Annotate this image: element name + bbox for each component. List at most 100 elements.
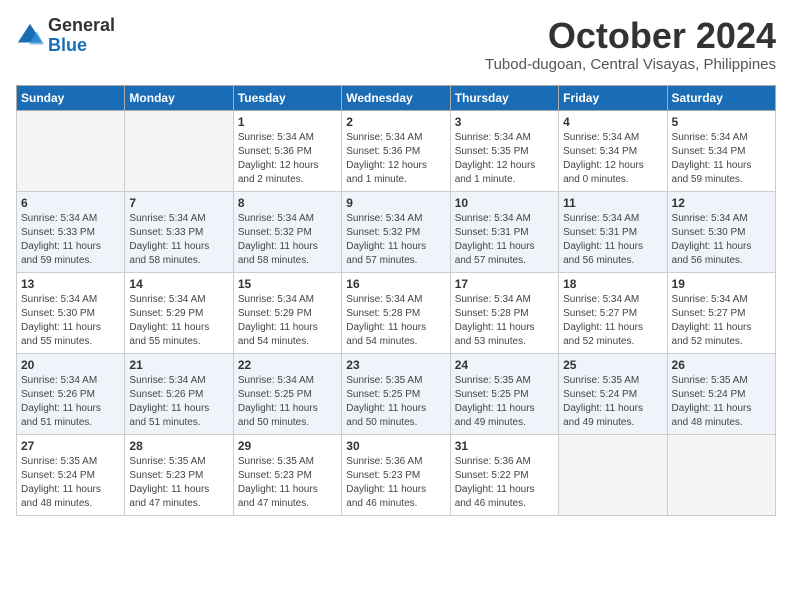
day-number: 14 bbox=[129, 277, 228, 291]
calendar-cell: 10Sunrise: 5:34 AM Sunset: 5:31 PM Dayli… bbox=[450, 191, 558, 272]
day-info: Sunrise: 5:35 AM Sunset: 5:23 PM Dayligh… bbox=[129, 455, 228, 511]
calendar-cell: 28 Sunrise: 5:35 AM Sunset: 5:23 PM Dayli… bbox=[125, 434, 233, 515]
calendar-week-row: 27 Sunrise: 5:35 AM Sunset: 5:24 PM Dayli… bbox=[17, 434, 776, 515]
calendar-cell: 31 Sunrise: 5:36 AM Sunset: 5:22 PM Dayli… bbox=[450, 434, 558, 515]
calendar-cell: 27 Sunrise: 5:35 AM Sunset: 5:24 PM Dayli… bbox=[17, 434, 125, 515]
day-number: 6 bbox=[21, 196, 120, 210]
calendar-week-row: 1 Sunrise: 5:34 AM Sunset: 5:36 PM Daylig… bbox=[17, 110, 776, 191]
day-info: Sunrise: 5:34 AM Sunset: 5:32 PM Dayligh… bbox=[238, 212, 337, 268]
calendar-cell bbox=[17, 110, 125, 191]
day-info: Sunrise: 5:35 AM Sunset: 5:25 PM Dayligh… bbox=[455, 374, 554, 430]
day-number: 15 bbox=[238, 277, 337, 291]
day-number: 19 bbox=[672, 277, 771, 291]
day-number: 16 bbox=[346, 277, 445, 291]
day-number: 18 bbox=[563, 277, 662, 291]
day-header: Wednesday bbox=[342, 85, 450, 110]
day-number: 17 bbox=[455, 277, 554, 291]
day-info: Sunrise: 5:34 AM Sunset: 5:28 PM Dayligh… bbox=[455, 293, 554, 349]
calendar-week-row: 13Sunrise: 5:34 AM Sunset: 5:30 PM Dayli… bbox=[17, 272, 776, 353]
calendar-cell: 23Sunrise: 5:35 AM Sunset: 5:25 PM Dayli… bbox=[342, 353, 450, 434]
day-number: 28 bbox=[129, 439, 228, 453]
day-info: Sunrise: 5:35 AM Sunset: 5:24 PM Dayligh… bbox=[563, 374, 662, 430]
calendar-cell bbox=[125, 110, 233, 191]
day-info: Sunrise: 5:34 AM Sunset: 5:33 PM Dayligh… bbox=[21, 212, 120, 268]
day-info: Sunrise: 5:34 AM Sunset: 5:35 PM Dayligh… bbox=[455, 131, 554, 187]
day-number: 23 bbox=[346, 358, 445, 372]
day-number: 30 bbox=[346, 439, 445, 453]
day-info: Sunrise: 5:34 AM Sunset: 5:26 PM Dayligh… bbox=[129, 374, 228, 430]
day-info: Sunrise: 5:35 AM Sunset: 5:23 PM Dayligh… bbox=[238, 455, 337, 511]
calendar-cell: 26 Sunrise: 5:35 AM Sunset: 5:24 PM Dayli… bbox=[667, 353, 775, 434]
day-number: 24 bbox=[455, 358, 554, 372]
logo-general-text: General bbox=[48, 15, 115, 35]
day-number: 8 bbox=[238, 196, 337, 210]
day-number: 27 bbox=[21, 439, 120, 453]
day-header: Monday bbox=[125, 85, 233, 110]
day-info: Sunrise: 5:34 AM Sunset: 5:30 PM Dayligh… bbox=[21, 293, 120, 349]
month-title: October 2024 bbox=[485, 16, 776, 56]
logo: General Blue bbox=[16, 16, 115, 56]
day-number: 9 bbox=[346, 196, 445, 210]
day-number: 29 bbox=[238, 439, 337, 453]
day-info: Sunrise: 5:34 AM Sunset: 5:25 PM Dayligh… bbox=[238, 374, 337, 430]
day-number: 31 bbox=[455, 439, 554, 453]
calendar-cell: 1 Sunrise: 5:34 AM Sunset: 5:36 PM Daylig… bbox=[233, 110, 341, 191]
calendar-cell: 6 Sunrise: 5:34 AM Sunset: 5:33 PM Daylig… bbox=[17, 191, 125, 272]
calendar-cell: 20 Sunrise: 5:34 AM Sunset: 5:26 PM Dayli… bbox=[17, 353, 125, 434]
day-info: Sunrise: 5:34 AM Sunset: 5:29 PM Dayligh… bbox=[238, 293, 337, 349]
calendar-cell: 24 Sunrise: 5:35 AM Sunset: 5:25 PM Dayli… bbox=[450, 353, 558, 434]
calendar-cell: 9 Sunrise: 5:34 AM Sunset: 5:32 PM Daylig… bbox=[342, 191, 450, 272]
calendar-cell bbox=[667, 434, 775, 515]
calendar-cell: 29 Sunrise: 5:35 AM Sunset: 5:23 PM Dayli… bbox=[233, 434, 341, 515]
calendar-cell: 19 Sunrise: 5:34 AM Sunset: 5:27 PM Dayli… bbox=[667, 272, 775, 353]
calendar-cell: 3Sunrise: 5:34 AM Sunset: 5:35 PM Daylig… bbox=[450, 110, 558, 191]
day-number: 22 bbox=[238, 358, 337, 372]
day-info: Sunrise: 5:34 AM Sunset: 5:34 PM Dayligh… bbox=[563, 131, 662, 187]
calendar-cell: 2 Sunrise: 5:34 AM Sunset: 5:36 PM Daylig… bbox=[342, 110, 450, 191]
calendar-cell: 16 Sunrise: 5:34 AM Sunset: 5:28 PM Dayli… bbox=[342, 272, 450, 353]
day-header: Sunday bbox=[17, 85, 125, 110]
logo-blue-text: Blue bbox=[48, 35, 87, 55]
day-info: Sunrise: 5:34 AM Sunset: 5:30 PM Dayligh… bbox=[672, 212, 771, 268]
location-title: Tubod-dugoan, Central Visayas, Philippin… bbox=[485, 56, 776, 73]
calendar-cell: 17 Sunrise: 5:34 AM Sunset: 5:28 PM Dayli… bbox=[450, 272, 558, 353]
day-number: 20 bbox=[21, 358, 120, 372]
day-info: Sunrise: 5:34 AM Sunset: 5:36 PM Dayligh… bbox=[346, 131, 445, 187]
calendar-week-row: 6 Sunrise: 5:34 AM Sunset: 5:33 PM Daylig… bbox=[17, 191, 776, 272]
day-info: Sunrise: 5:34 AM Sunset: 5:36 PM Dayligh… bbox=[238, 131, 337, 187]
day-info: Sunrise: 5:35 AM Sunset: 5:24 PM Dayligh… bbox=[672, 374, 771, 430]
logo-icon bbox=[16, 22, 44, 50]
day-number: 21 bbox=[129, 358, 228, 372]
day-number: 2 bbox=[346, 115, 445, 129]
calendar-cell: 14 Sunrise: 5:34 AM Sunset: 5:29 PM Dayli… bbox=[125, 272, 233, 353]
day-info: Sunrise: 5:34 AM Sunset: 5:26 PM Dayligh… bbox=[21, 374, 120, 430]
calendar-cell: 7 Sunrise: 5:34 AM Sunset: 5:33 PM Daylig… bbox=[125, 191, 233, 272]
calendar-week-row: 20 Sunrise: 5:34 AM Sunset: 5:26 PM Dayli… bbox=[17, 353, 776, 434]
day-info: Sunrise: 5:35 AM Sunset: 5:24 PM Dayligh… bbox=[21, 455, 120, 511]
day-number: 11 bbox=[563, 196, 662, 210]
day-info: Sunrise: 5:34 AM Sunset: 5:32 PM Dayligh… bbox=[346, 212, 445, 268]
day-info: Sunrise: 5:34 AM Sunset: 5:33 PM Dayligh… bbox=[129, 212, 228, 268]
day-number: 4 bbox=[563, 115, 662, 129]
day-info: Sunrise: 5:34 AM Sunset: 5:27 PM Dayligh… bbox=[672, 293, 771, 349]
calendar-cell: 8 Sunrise: 5:34 AM Sunset: 5:32 PM Daylig… bbox=[233, 191, 341, 272]
day-number: 1 bbox=[238, 115, 337, 129]
day-info: Sunrise: 5:34 AM Sunset: 5:29 PM Dayligh… bbox=[129, 293, 228, 349]
day-number: 12 bbox=[672, 196, 771, 210]
calendar-cell: 25Sunrise: 5:35 AM Sunset: 5:24 PM Dayli… bbox=[559, 353, 667, 434]
day-info: Sunrise: 5:36 AM Sunset: 5:22 PM Dayligh… bbox=[455, 455, 554, 511]
day-number: 7 bbox=[129, 196, 228, 210]
day-header: Friday bbox=[559, 85, 667, 110]
calendar-cell: 18 Sunrise: 5:34 AM Sunset: 5:27 PM Dayli… bbox=[559, 272, 667, 353]
day-number: 26 bbox=[672, 358, 771, 372]
calendar-cell: 13Sunrise: 5:34 AM Sunset: 5:30 PM Dayli… bbox=[17, 272, 125, 353]
day-info: Sunrise: 5:34 AM Sunset: 5:28 PM Dayligh… bbox=[346, 293, 445, 349]
day-info: Sunrise: 5:34 AM Sunset: 5:31 PM Dayligh… bbox=[563, 212, 662, 268]
calendar-cell: 30Sunrise: 5:36 AM Sunset: 5:23 PM Dayli… bbox=[342, 434, 450, 515]
calendar-cell: 22 Sunrise: 5:34 AM Sunset: 5:25 PM Dayli… bbox=[233, 353, 341, 434]
calendar-cell: 5Sunrise: 5:34 AM Sunset: 5:34 PM Daylig… bbox=[667, 110, 775, 191]
day-info: Sunrise: 5:34 AM Sunset: 5:34 PM Dayligh… bbox=[672, 131, 771, 187]
day-info: Sunrise: 5:34 AM Sunset: 5:27 PM Dayligh… bbox=[563, 293, 662, 349]
title-block: October 2024 Tubod-dugoan, Central Visay… bbox=[485, 16, 776, 73]
page-header: General Blue October 2024 Tubod-dugoan, … bbox=[16, 16, 776, 73]
